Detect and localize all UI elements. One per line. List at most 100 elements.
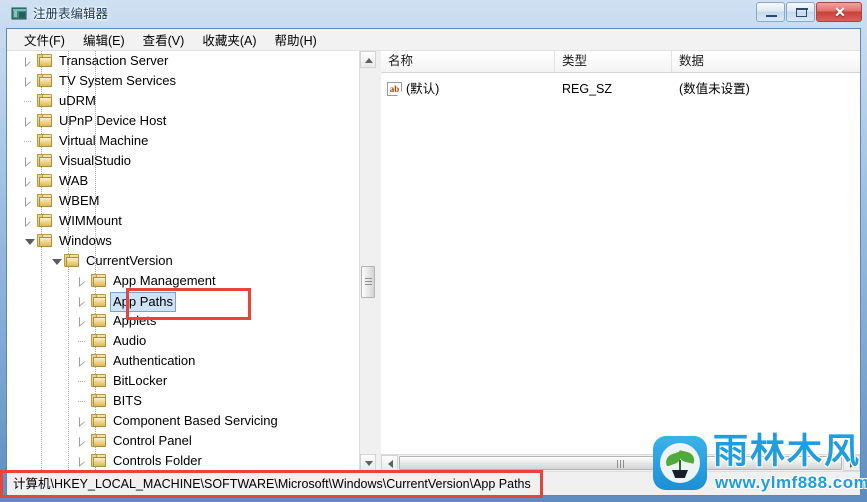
- tree-node[interactable]: Component Based Servicing: [7, 411, 359, 431]
- tree-node-label: uDRM: [59, 93, 96, 108]
- expander-collapsed-icon[interactable]: [25, 57, 34, 67]
- close-button[interactable]: ✕: [816, 2, 862, 22]
- expander-collapsed-icon[interactable]: [79, 437, 88, 447]
- tree-node[interactable]: WAB: [7, 171, 359, 191]
- expander-collapsed-icon[interactable]: [25, 217, 34, 227]
- tree-node-label: Controls Folder: [113, 453, 202, 468]
- watermark-logo-circle: [660, 443, 700, 483]
- expander-collapsed-icon[interactable]: [25, 177, 34, 187]
- tree-node-label: WBEM: [59, 193, 100, 208]
- table-row[interactable]: ab (默认) REG_SZ (数值未设置): [381, 79, 860, 99]
- folder-icon: [37, 134, 52, 147]
- tree-connector: [78, 401, 85, 402]
- chevron-down-icon: [365, 461, 373, 466]
- expander-collapsed-icon[interactable]: [79, 297, 88, 307]
- scroll-down-button[interactable]: [360, 454, 376, 471]
- tree-node[interactable]: Control Panel: [7, 431, 359, 451]
- tree-node-label: Audio: [113, 333, 147, 348]
- minimize-button[interactable]: [756, 2, 785, 22]
- tree-connector: [24, 101, 31, 102]
- menu-item-file[interactable]: 文件(F): [15, 28, 74, 51]
- window-title: 注册表编辑器: [33, 7, 109, 21]
- tree-node-label: Windows: [59, 233, 112, 248]
- expander-expanded-icon[interactable]: [52, 257, 62, 266]
- menu-item-edit[interactable]: 编辑(E): [74, 28, 134, 51]
- folder-icon: [91, 434, 106, 447]
- tree-node[interactable]: WIMMount: [7, 211, 359, 231]
- registry-tree-pane[interactable]: Transaction Server TV System Services uDRM…: [7, 51, 377, 471]
- tree-node[interactable]: VisualStudio: [7, 151, 359, 171]
- tree-connector: [24, 141, 31, 142]
- tree-node-list: Transaction Server TV System Services uDRM…: [7, 51, 359, 471]
- tree-vertical-scrollbar[interactable]: [359, 51, 376, 471]
- folder-icon: [37, 234, 52, 247]
- value-type: REG_SZ: [562, 82, 613, 96]
- folder-icon: [91, 314, 106, 327]
- values-header-row: 名称 类型 数据: [381, 51, 860, 73]
- folder-icon: [91, 414, 106, 427]
- folder-icon: [37, 54, 52, 67]
- tree-node[interactable]: uDRM: [7, 91, 359, 111]
- registry-editor-icon: [11, 7, 27, 20]
- folder-icon: [91, 394, 106, 407]
- tree-node[interactable]: WBEM: [7, 191, 359, 211]
- tree-node-label: UPnP Device Host: [59, 113, 167, 128]
- minimize-icon: [766, 15, 777, 17]
- tree-node-label: BitLocker: [113, 373, 168, 388]
- expander-collapsed-icon[interactable]: [79, 277, 88, 287]
- scroll-left-button[interactable]: [381, 455, 398, 471]
- tree-node[interactable]: Controls Folder: [7, 451, 359, 471]
- tree-node[interactable]: Authentication: [7, 351, 359, 371]
- status-path-highlight-box: [0, 470, 543, 498]
- expander-collapsed-icon[interactable]: [25, 77, 34, 87]
- expander-collapsed-icon[interactable]: [25, 197, 34, 207]
- client-area: 文件(F) 编辑(E) 查看(V) 收藏夹(A) 帮助(H) Transacti…: [6, 28, 861, 496]
- tree-scrollbar-thumb[interactable]: [361, 266, 375, 298]
- expander-collapsed-icon[interactable]: [79, 457, 88, 467]
- tree-node-label: WAB: [59, 173, 89, 188]
- tree-node-label: Transaction Server: [59, 53, 169, 68]
- column-header-type[interactable]: 类型: [555, 51, 672, 72]
- tree-node[interactable]: BITS: [7, 391, 359, 411]
- expander-collapsed-icon[interactable]: [79, 417, 88, 427]
- grip-icon: [616, 460, 626, 468]
- tree-node[interactable]: TV System Services: [7, 71, 359, 91]
- tree-node[interactable]: CurrentVersion: [7, 251, 359, 271]
- title-bar: 注册表编辑器 ✕: [0, 0, 867, 28]
- tree-node[interactable]: Transaction Server: [7, 51, 359, 71]
- folder-icon: [37, 174, 52, 187]
- tree-node[interactable]: Audio: [7, 331, 359, 351]
- menu-item-view[interactable]: 查看(V): [134, 28, 194, 51]
- maximize-button[interactable]: [786, 2, 815, 22]
- maximize-icon: [795, 7, 808, 17]
- tree-node[interactable]: BitLocker: [7, 371, 359, 391]
- expander-expanded-icon[interactable]: [25, 237, 35, 246]
- expander-collapsed-icon[interactable]: [79, 317, 88, 327]
- string-value-icon: ab: [387, 82, 402, 96]
- tree-node[interactable]: UPnP Device Host: [7, 111, 359, 131]
- expander-collapsed-icon[interactable]: [79, 357, 88, 367]
- expander-collapsed-icon[interactable]: [25, 117, 34, 127]
- close-icon: ✕: [834, 4, 846, 20]
- registry-values-pane[interactable]: 名称 类型 数据 ab (默认) REG_SZ (数值未设置): [381, 51, 860, 471]
- column-header-data[interactable]: 数据: [672, 51, 860, 72]
- registry-editor-window: 注册表编辑器 ✕ 文件(F) 编辑(E) 查看(V) 收藏夹(A) 帮助(H) …: [0, 0, 867, 502]
- menu-item-favorites[interactable]: 收藏夹(A): [193, 28, 265, 51]
- folder-icon: [37, 214, 52, 227]
- menu-item-help[interactable]: 帮助(H): [265, 28, 325, 51]
- menu-bar: 文件(F) 编辑(E) 查看(V) 收藏夹(A) 帮助(H): [7, 29, 860, 51]
- registry-tree[interactable]: Transaction Server TV System Services uDRM…: [7, 51, 359, 471]
- tree-node-label: Control Panel: [113, 433, 192, 448]
- app-paths-highlight-box: [126, 288, 251, 320]
- value-name: (默认): [406, 82, 440, 96]
- tree-node-label: Component Based Servicing: [113, 413, 278, 428]
- tree-node-label: WIMMount: [59, 213, 122, 228]
- folder-icon: [91, 334, 106, 347]
- folder-icon: [37, 94, 52, 107]
- column-header-name[interactable]: 名称: [381, 51, 555, 72]
- tree-node[interactable]: Virtual Machine: [7, 131, 359, 151]
- scroll-up-button[interactable]: [360, 51, 376, 68]
- tree-node[interactable]: Windows: [7, 231, 359, 251]
- pot-icon: [672, 470, 688, 478]
- expander-collapsed-icon[interactable]: [25, 157, 34, 167]
